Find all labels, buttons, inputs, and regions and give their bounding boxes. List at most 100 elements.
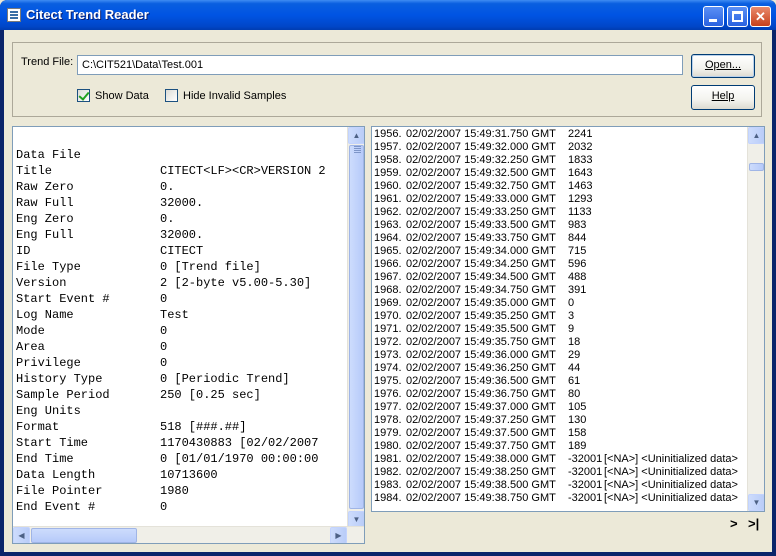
hide-invalid-checkbox[interactable]: Hide Invalid Samples — [165, 89, 286, 102]
header-horizontal-scrollbar[interactable]: ◀ ▶ — [13, 526, 364, 543]
samples-scroll-down-button[interactable]: ▼ — [748, 494, 764, 511]
header-info-key: History Type — [16, 372, 103, 386]
sample-row: 1983. 02/02/2007 15:49:38.500 GMT -32001 [<… — [374, 479, 738, 492]
sample-timestamp: 02/02/2007 15:49:33.250 GMT — [406, 206, 556, 218]
samples-vertical-scrollbar[interactable]: ▲ ▼ — [747, 127, 764, 511]
sample-index: 1960. — [374, 180, 402, 192]
header-info-value: CITECT<LF><CR>VERSION 2 — [160, 164, 326, 178]
header-info-row: Data Length 10713600 — [16, 467, 326, 483]
sample-index: 1969. — [374, 297, 402, 309]
header-info-row: Eng Zero 0. — [16, 211, 326, 227]
vertical-scroll-thumb[interactable] — [349, 145, 364, 509]
header-info-key: File Pointer — [16, 484, 103, 498]
header-info-value: 1170430883 [02/02/2007 — [160, 436, 319, 450]
header-info-row: Start Event # 0 — [16, 291, 326, 307]
header-info-value: 0 — [160, 356, 168, 370]
file-header-panel[interactable]: Data File Title CITECT<LF><CR>VERSION 2 Raw… — [12, 126, 365, 544]
sample-index: 1962. — [374, 206, 402, 218]
sample-row: 1959. 02/02/2007 15:49:32.500 GMT 1643 — [374, 167, 738, 180]
scroll-left-button[interactable]: ◀ — [13, 527, 30, 543]
maximize-button[interactable] — [727, 6, 748, 27]
sample-value: 9 — [568, 323, 575, 335]
sample-timestamp: 02/02/2007 15:49:37.250 GMT — [406, 414, 556, 426]
show-data-checkbox-box[interactable] — [77, 89, 90, 102]
samples-scroll-thumb[interactable] — [749, 163, 764, 171]
sample-index: 1978. — [374, 414, 402, 426]
sample-timestamp: 02/02/2007 15:49:33.500 GMT — [406, 219, 556, 231]
sample-timestamp: 02/02/2007 15:49:38.250 GMT — [406, 466, 556, 478]
scroll-up-button[interactable]: ▲ — [348, 127, 364, 144]
sample-row: 1984. 02/02/2007 15:49:38.750 GMT -32001 [<… — [374, 492, 738, 505]
header-info-key: Start Time — [16, 436, 89, 450]
samples-panel[interactable]: 1956. 02/02/2007 15:49:31.750 GMT 2241 1957… — [371, 126, 765, 512]
header-info-key: Privilege — [16, 356, 81, 370]
horizontal-scroll-thumb[interactable] — [31, 528, 137, 543]
trend-file-label: Trend File: — [21, 56, 74, 68]
trend-file-input[interactable]: C:\CIT521\Data\Test.001 — [77, 55, 683, 75]
title-bar[interactable]: Citect Trend Reader ✕ — [0, 0, 776, 30]
header-info-value: 0 — [160, 340, 168, 354]
sample-row: 1964. 02/02/2007 15:49:33.750 GMT 844 — [374, 232, 738, 245]
header-info-row: Log Name Test — [16, 307, 326, 323]
header-vertical-scrollbar[interactable]: ▲ ▼ — [347, 127, 364, 528]
sample-value: 158 — [568, 427, 587, 439]
sample-index: 1980. — [374, 440, 402, 452]
close-icon: ✕ — [755, 9, 766, 24]
sample-value: 715 — [568, 245, 587, 257]
sample-value: 18 — [568, 336, 581, 348]
sample-index: 1982. — [374, 466, 402, 478]
sample-timestamp: 02/02/2007 15:49:37.000 GMT — [406, 401, 556, 413]
sample-value: 3 — [568, 310, 575, 322]
sample-row: 1974. 02/02/2007 15:49:36.250 GMT 44 — [374, 362, 738, 375]
header-info-key: Sample Period — [16, 388, 110, 402]
header-info-row: Raw Zero 0. — [16, 179, 326, 195]
header-info-row: File Pointer 1980 — [16, 483, 326, 499]
sample-index: 1964. — [374, 232, 402, 244]
sample-timestamp: 02/02/2007 15:49:34.750 GMT — [406, 284, 556, 296]
sample-row: 1956. 02/02/2007 15:49:31.750 GMT 2241 — [374, 128, 738, 141]
sample-timestamp: 02/02/2007 15:49:34.000 GMT — [406, 245, 556, 257]
close-button[interactable]: ✕ — [750, 6, 771, 27]
hide-invalid-checkbox-box[interactable] — [165, 89, 178, 102]
help-button[interactable]: Help — [691, 85, 755, 110]
sample-value: 61 — [568, 375, 581, 387]
scroll-right-button[interactable]: ▶ — [330, 527, 347, 543]
sample-value: 1833 — [568, 154, 593, 166]
window-title: Citect Trend Reader — [26, 7, 149, 22]
open-button[interactable]: Open... — [691, 54, 755, 78]
sample-index: 1981. — [374, 453, 402, 465]
next-page-button[interactable]: > — [730, 516, 738, 531]
sample-note: [<NA>] <Uninitialized data> — [604, 466, 738, 478]
sample-value: 983 — [568, 219, 587, 231]
sample-timestamp: 02/02/2007 15:49:35.000 GMT — [406, 297, 556, 309]
sample-index: 1976. — [374, 388, 402, 400]
sample-index: 1965. — [374, 245, 402, 257]
sample-row: 1966. 02/02/2007 15:49:34.250 GMT 596 — [374, 258, 738, 271]
minimize-button[interactable] — [703, 6, 724, 27]
sample-index: 1961. — [374, 193, 402, 205]
help-button-label: Help — [711, 90, 735, 102]
sample-value: 1463 — [568, 180, 593, 192]
last-page-button[interactable]: >| — [748, 516, 759, 531]
samples-scroll-up-button[interactable]: ▲ — [748, 127, 764, 144]
header-info-value: 0. — [160, 212, 175, 226]
app-icon — [7, 8, 21, 22]
sample-value: 80 — [568, 388, 581, 400]
sample-row: 1971. 02/02/2007 15:49:35.500 GMT 9 — [374, 323, 738, 336]
header-info-row: Version 2 [2-byte v5.00-5.30] — [16, 275, 326, 291]
maximize-icon — [732, 11, 743, 22]
header-info-key: Start Event # — [16, 292, 110, 306]
show-data-checkbox[interactable]: Show Data — [77, 89, 149, 102]
sample-timestamp: 02/02/2007 15:49:35.250 GMT — [406, 310, 556, 322]
sample-value: -32001 — [568, 453, 603, 465]
header-info-key: End Time — [16, 452, 74, 466]
sample-index: 1975. — [374, 375, 402, 387]
sample-note: [<NA>] <Uninitialized data> — [604, 492, 738, 504]
sample-index: 1958. — [374, 154, 402, 166]
header-info-key: Eng Zero — [16, 212, 74, 226]
sample-timestamp: 02/02/2007 15:49:37.750 GMT — [406, 440, 556, 452]
sample-row: 1979. 02/02/2007 15:49:37.500 GMT 158 — [374, 427, 738, 440]
header-info-value: 0 [Trend file] — [160, 260, 261, 274]
sample-row: 1972. 02/02/2007 15:49:35.750 GMT 18 — [374, 336, 738, 349]
sample-index: 1977. — [374, 401, 402, 413]
